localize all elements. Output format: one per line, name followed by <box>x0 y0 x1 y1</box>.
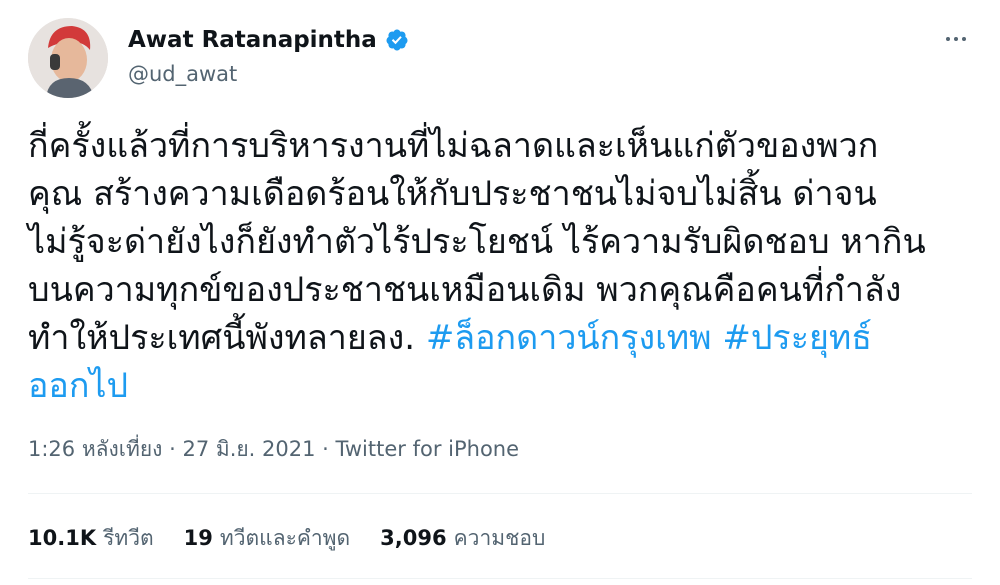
tweet-text-line: คุณ สร้างความเดือดร้อนให้กับประชาชนไม่จบ… <box>28 170 973 218</box>
tweet-text-segment: คุณ สร้างความเดือดร้อนให้กับประชาชนไม่จบ… <box>28 174 877 214</box>
tweet-text-line: ออกไป <box>28 362 973 410</box>
tweet-text-line: ไม่รู้จะด่ายังไงก็ยังทำตัวไร้ประโยชน์ ไร… <box>28 218 973 266</box>
tweet-text-line: บนความทุกข์ของประชาชนเหมือนเดิม พวกคุณคื… <box>28 266 973 314</box>
quotes-count: 19 <box>183 526 213 550</box>
avatar[interactable] <box>28 18 108 98</box>
hashtag-link[interactable]: #ประยุทธ์ <box>722 318 872 358</box>
hashtag-link[interactable]: #ล็อกดาวน์กรุงเทพ <box>426 318 712 358</box>
tweet-date[interactable]: 27 มิ.ย. 2021 <box>182 437 315 461</box>
tweet-text-segment: ทำให้ประเทศนี้พังทลายลง. <box>28 318 426 358</box>
tweet-text-line: กี่ครั้งแล้วที่การบริหารงานที่ไม่ฉลาดและ… <box>28 122 973 170</box>
tweet-text-segment: กี่ครั้งแล้วที่การบริหารงานที่ไม่ฉลาดและ… <box>28 126 879 166</box>
likes-count: 3,096 <box>380 526 447 550</box>
tweet-text: กี่ครั้งแล้วที่การบริหารงานที่ไม่ฉลาดและ… <box>28 122 973 410</box>
tweet-card: Awat Ratanapintha @ud_awat กี่ครั้งแล้วท… <box>0 0 1000 585</box>
tweet-stats: 10.1K รีทวีต 19 ทวีตและคำพูด 3,096 ความชอบ <box>28 522 545 555</box>
author-name-row[interactable]: Awat Ratanapintha <box>128 27 409 53</box>
hashtag-link[interactable]: ออกไป <box>28 366 128 406</box>
divider <box>28 493 972 494</box>
tweet-text-segment <box>712 318 723 358</box>
verified-badge-icon <box>386 29 408 51</box>
quotes-label: ทวีตและคำพูด <box>219 526 351 550</box>
quotes-stat[interactable]: 19 ทวีตและคำพูด <box>184 522 351 555</box>
divider <box>28 578 972 579</box>
tweet-time[interactable]: 1:26 หลังเที่ยง <box>28 437 162 461</box>
author-handle[interactable]: @ud_awat <box>128 62 237 86</box>
author-name[interactable]: Awat Ratanapintha <box>128 27 377 53</box>
tweet-meta: 1:26 หลังเที่ยง · 27 มิ.ย. 2021 · Twitte… <box>28 433 519 466</box>
retweets-stat[interactable]: 10.1K รีทวีต <box>28 522 154 555</box>
tweet-source[interactable]: Twitter for iPhone <box>336 437 520 461</box>
meta-separator: · <box>169 437 176 461</box>
tweet-text-line: ทำให้ประเทศนี้พังทลายลง. #ล็อกดาวน์กรุงเ… <box>28 314 973 362</box>
likes-label: ความชอบ <box>453 526 546 550</box>
retweets-label: รีทวีต <box>103 526 154 550</box>
likes-stat[interactable]: 3,096 ความชอบ <box>380 522 545 555</box>
retweets-count: 10.1K <box>28 526 97 550</box>
more-options-icon[interactable] <box>940 26 972 52</box>
tweet-text-segment: บนความทุกข์ของประชาชนเหมือนเดิม พวกคุณคื… <box>28 270 902 310</box>
meta-separator: · <box>322 437 329 461</box>
tweet-text-segment: ไม่รู้จะด่ายังไงก็ยังทำตัวไร้ประโยชน์ ไร… <box>28 222 926 262</box>
